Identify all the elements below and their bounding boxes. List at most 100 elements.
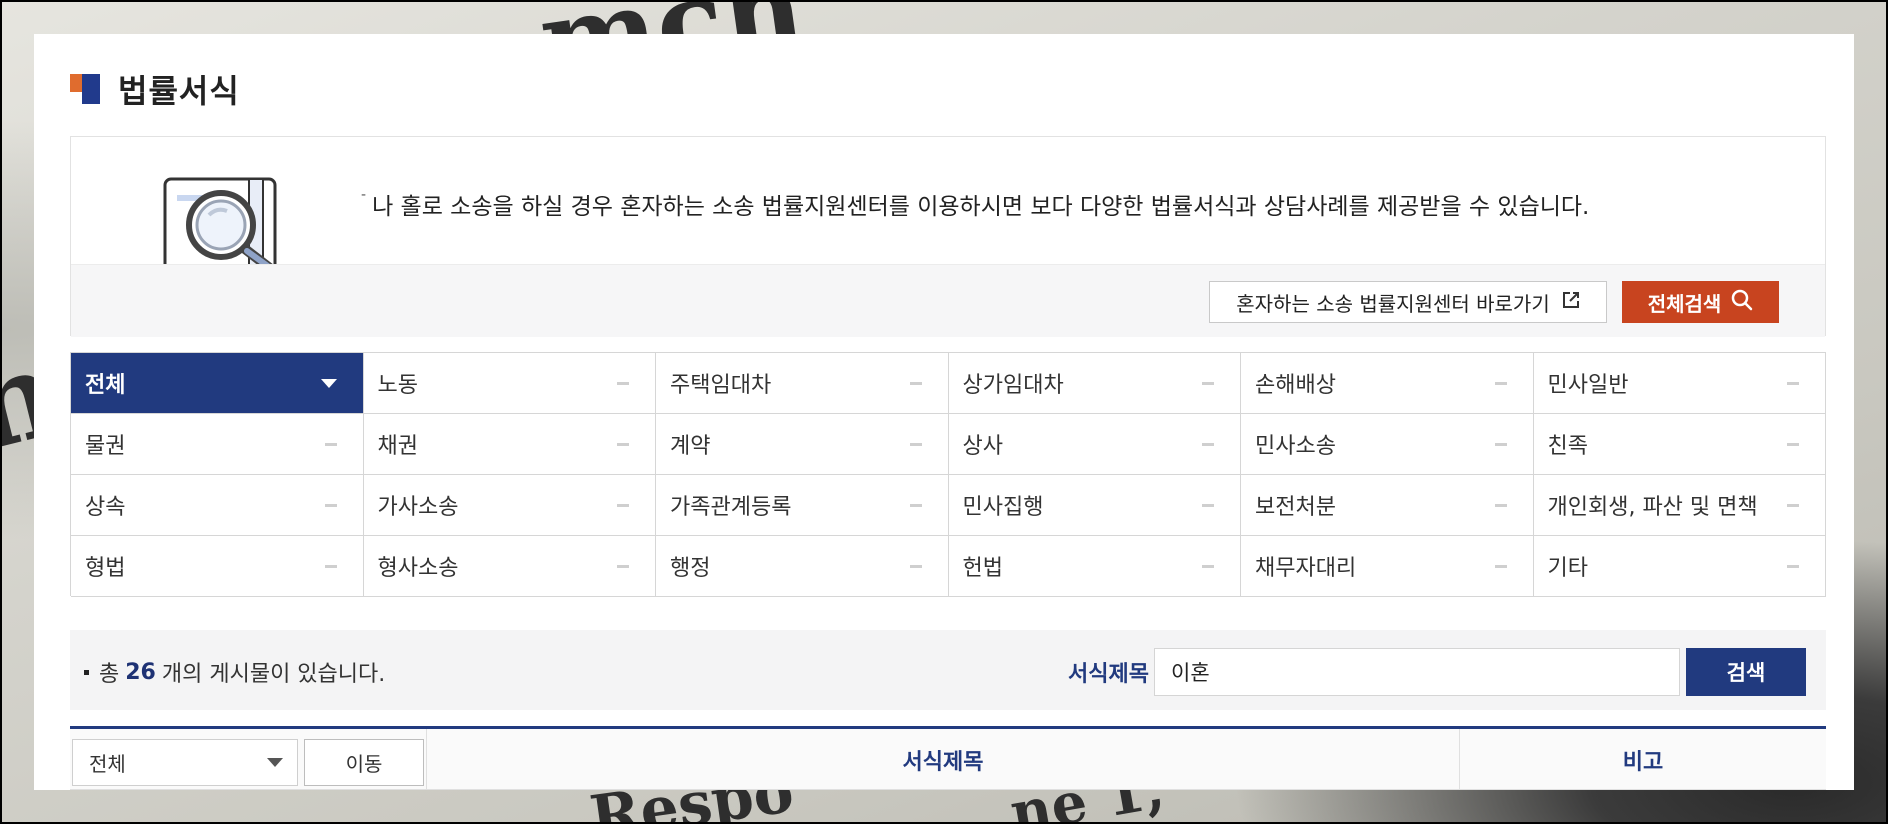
info-box: -나 홀로 소송을 하실 경우 혼자하는 소송 법률지원센터를 이용하시면 보다… [70,136,1826,337]
minus-icon [1202,381,1214,385]
square-bullet-icon [84,669,89,675]
minus-icon [1494,564,1507,568]
count-suffix: 개의 게시물이 있습니다. [161,662,386,687]
legal-center-link-button[interactable]: 혼자하는 소송 법률지원센터 바로가기 [1209,281,1607,323]
title-bullet-icon [70,74,100,104]
main-panel: 법률서식 -나 홀로 소송을 하실 경우 혼자하는 소송 법률지원센터를 이용하… [34,34,1854,790]
category-select[interactable]: 전체 [72,739,298,786]
info-actions: 혼자하는 소송 법률지원센터 바로가기 전체검색 [71,264,1825,337]
category-item[interactable]: 행정 [656,536,949,597]
triangle-down-icon [267,758,283,767]
category-item[interactable]: 물권 [71,414,364,475]
table-header: 전체 이동 서식제목 비고 [70,726,1826,790]
category-label: 형법 [85,556,126,581]
category-item[interactable]: 손해배상 [1241,353,1534,414]
search-label: 서식제목 [1068,662,1149,687]
category-item[interactable]: 헌법 [948,536,1241,597]
category-item[interactable]: 노동 [363,353,656,414]
info-message: 나 홀로 소송을 하실 경우 혼자하는 소송 법률지원센터를 이용하시면 보다 … [372,194,1590,220]
minus-icon [909,381,922,385]
category-label: 전체 [85,373,126,398]
search-all-button[interactable]: 전체검색 [1622,281,1779,323]
minus-icon [1494,381,1507,385]
minus-icon [1787,503,1799,507]
category-item[interactable]: 가족관계등록 [656,475,949,536]
category-label: 개인회생, 파산 및 면책 [1547,495,1758,520]
minus-icon [617,381,629,385]
post-count: 총 26 개의 게시물이 있습니다. [84,656,385,688]
category-label: 채권 [377,434,418,459]
category-item[interactable]: 민사집행 [948,475,1241,536]
category-label: 헌법 [962,556,1003,581]
minus-icon [324,442,337,446]
category-item[interactable]: 친족 [1533,414,1826,475]
category-label: 가사소송 [377,495,459,520]
column-header-note: 비고 [1622,749,1664,775]
category-item[interactable]: 기타 [1533,536,1826,597]
dash-bullet: - [361,187,367,203]
minus-icon [1494,442,1507,446]
category-item[interactable]: 상사 [948,414,1241,475]
category-label: 가족관계등록 [670,495,792,520]
category-label: 상가임대차 [962,373,1064,398]
category-item[interactable]: 민사소송 [1241,414,1534,475]
minus-icon [1202,503,1214,507]
count-prefix: 총 [99,662,120,687]
minus-icon [909,564,922,568]
minus-icon [1202,442,1214,446]
minus-icon [617,503,629,507]
category-label: 노동 [377,373,418,398]
category-label: 주택임대차 [670,373,772,398]
info-top: -나 홀로 소송을 하실 경우 혼자하는 소송 법률지원센터를 이용하시면 보다… [71,137,1825,264]
minus-icon [324,503,337,507]
category-item[interactable]: 상속 [71,475,364,536]
category-item[interactable]: 상가임대차 [948,353,1241,414]
category-grid: 전체 노동 주택임대차 상가임대차 손해배상 민사일반 물권 채권 계약 상사 … [70,352,1826,597]
category-item[interactable]: 채무자대리 [1241,536,1534,597]
category-item[interactable]: 개인회생, 파산 및 면책 [1533,475,1826,536]
category-item-active[interactable]: 전체 [71,353,364,414]
search-button[interactable]: 검색 [1686,648,1806,696]
minus-icon [909,503,922,507]
category-item[interactable]: 형사소송 [363,536,656,597]
minus-icon [909,442,922,446]
category-label: 물권 [85,434,126,459]
minus-icon [324,564,337,568]
category-item[interactable]: 형법 [71,536,364,597]
category-label: 민사집행 [962,495,1044,520]
search-all-label: 전체검색 [1647,291,1722,316]
category-label: 손해배상 [1255,373,1336,398]
minus-icon [1787,442,1799,446]
category-item[interactable]: 계약 [656,414,949,475]
category-item[interactable]: 보전처분 [1241,475,1534,536]
external-link-icon [1562,290,1580,314]
category-item[interactable]: 주택임대차 [656,353,949,414]
category-label: 친족 [1547,434,1588,459]
document-search-icon [151,157,301,264]
triangle-down-icon [320,378,337,388]
category-item[interactable]: 채권 [363,414,656,475]
minus-icon [1787,564,1799,568]
page-header: 법률서식 [70,66,240,112]
move-button[interactable]: 이동 [304,739,424,786]
page-title: 법률서식 [118,72,240,110]
category-select-value: 전체 [89,752,126,776]
category-label: 채무자대리 [1255,556,1357,581]
minus-icon [617,442,629,446]
category-label: 보전처분 [1255,495,1336,520]
info-text: -나 홀로 소송을 하실 경우 혼자하는 소송 법률지원센터를 이용하시면 보다… [361,187,1589,221]
category-label: 형사소송 [377,556,459,581]
minus-icon [1494,503,1507,507]
category-label: 계약 [670,434,711,459]
category-label: 기타 [1547,556,1588,581]
minus-icon [1202,564,1214,568]
search-icon [1731,289,1753,316]
category-item[interactable]: 가사소송 [363,475,656,536]
category-label: 민사일반 [1547,373,1629,398]
category-label: 상속 [85,495,126,520]
column-header-title: 서식제목 [426,729,1460,790]
search-bar: 총 26 개의 게시물이 있습니다. 서식제목 검색 [70,630,1826,710]
category-item[interactable]: 민사일반 [1533,353,1826,414]
search-input[interactable] [1154,648,1680,696]
category-label: 행정 [670,556,711,581]
